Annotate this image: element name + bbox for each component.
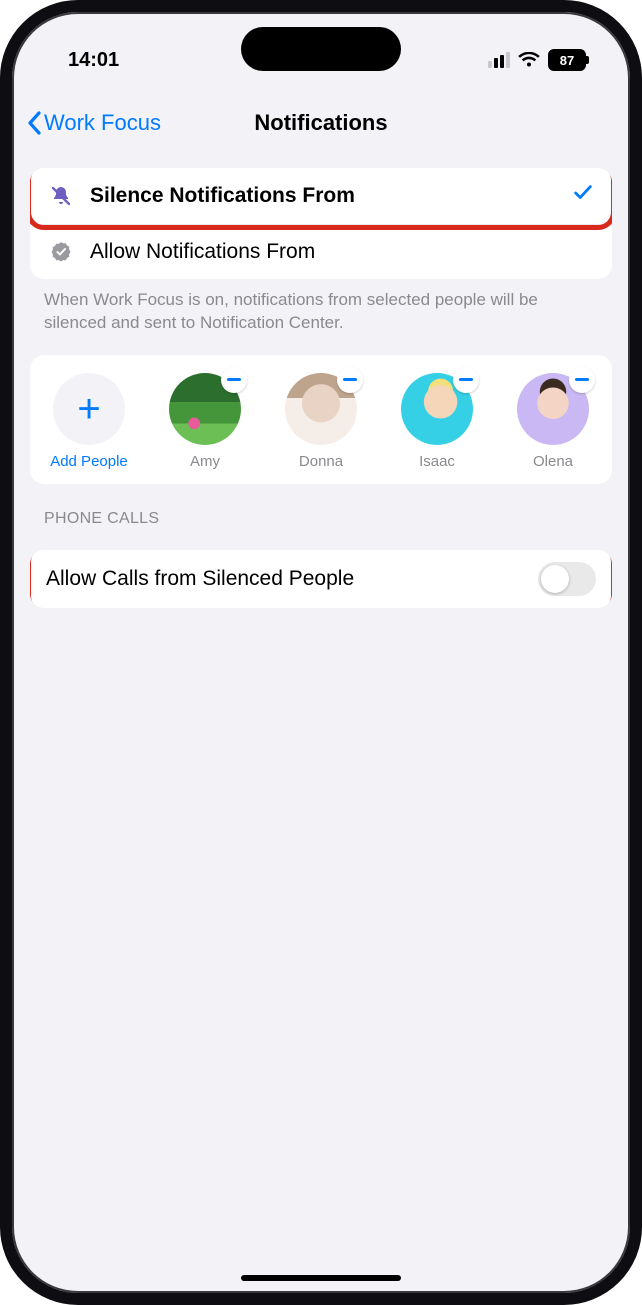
phone-calls-header: PHONE CALLS [44,510,598,528]
battery-indicator: 87 [548,49,586,71]
remove-badge[interactable] [453,367,479,393]
add-people-button[interactable]: + Add People [34,373,144,470]
home-indicator[interactable] [241,1275,401,1281]
allow-calls-toggle[interactable] [538,562,596,596]
add-people-label: Add People [50,453,128,470]
dynamic-island [241,27,401,71]
person-name: Isaac [419,453,455,470]
remove-badge[interactable] [569,367,595,393]
back-button[interactable]: Work Focus [26,110,161,136]
person-olena[interactable]: Olena [498,373,608,470]
avatar [169,373,241,445]
chevron-left-icon [26,111,42,135]
plus-icon: + [53,373,125,445]
person-name: Olena [533,453,573,470]
bell-slash-icon [48,183,74,209]
person-isaac[interactable]: Isaac [382,373,492,470]
person-donna[interactable]: Donna [266,373,376,470]
people-card: + Add People Amy Donna Isaac Olena [30,355,612,484]
avatar [517,373,589,445]
person-amy[interactable]: Amy [150,373,260,470]
minus-icon [459,378,473,381]
allow-calls-row[interactable]: Allow Calls from Silenced People [30,550,612,608]
person-name: Amy [190,453,220,470]
silence-notifications-row[interactable]: Silence Notifications From [30,168,612,225]
status-time: 14:01 [68,49,119,72]
remove-badge[interactable] [221,367,247,393]
allow-notifications-row[interactable]: Allow Notifications From [30,225,612,279]
allow-label: Allow Notifications From [90,240,594,264]
checkmark-icon [572,182,594,210]
minus-icon [343,378,357,381]
back-label: Work Focus [44,110,161,136]
mode-footnote: When Work Focus is on, notifications fro… [44,289,598,335]
person-name: Donna [299,453,343,470]
minus-icon [575,378,589,381]
check-seal-icon [48,239,74,265]
minus-icon [227,378,241,381]
battery-level: 87 [560,53,574,68]
allow-calls-label: Allow Calls from Silenced People [46,567,538,591]
phone-calls-group: Allow Calls from Silenced People [30,550,612,608]
notification-mode-group: Silence Notifications From Allow Notific… [30,168,612,279]
avatar [285,373,357,445]
silence-label: Silence Notifications From [90,184,572,208]
remove-badge[interactable] [337,367,363,393]
nav-bar: Work Focus Notifications [12,76,630,146]
wifi-icon [518,52,540,68]
cellular-signal-icon [488,52,510,68]
avatar [401,373,473,445]
phone-frame: 14:01 87 Work Focus Notifications Silenc… [0,0,642,1305]
